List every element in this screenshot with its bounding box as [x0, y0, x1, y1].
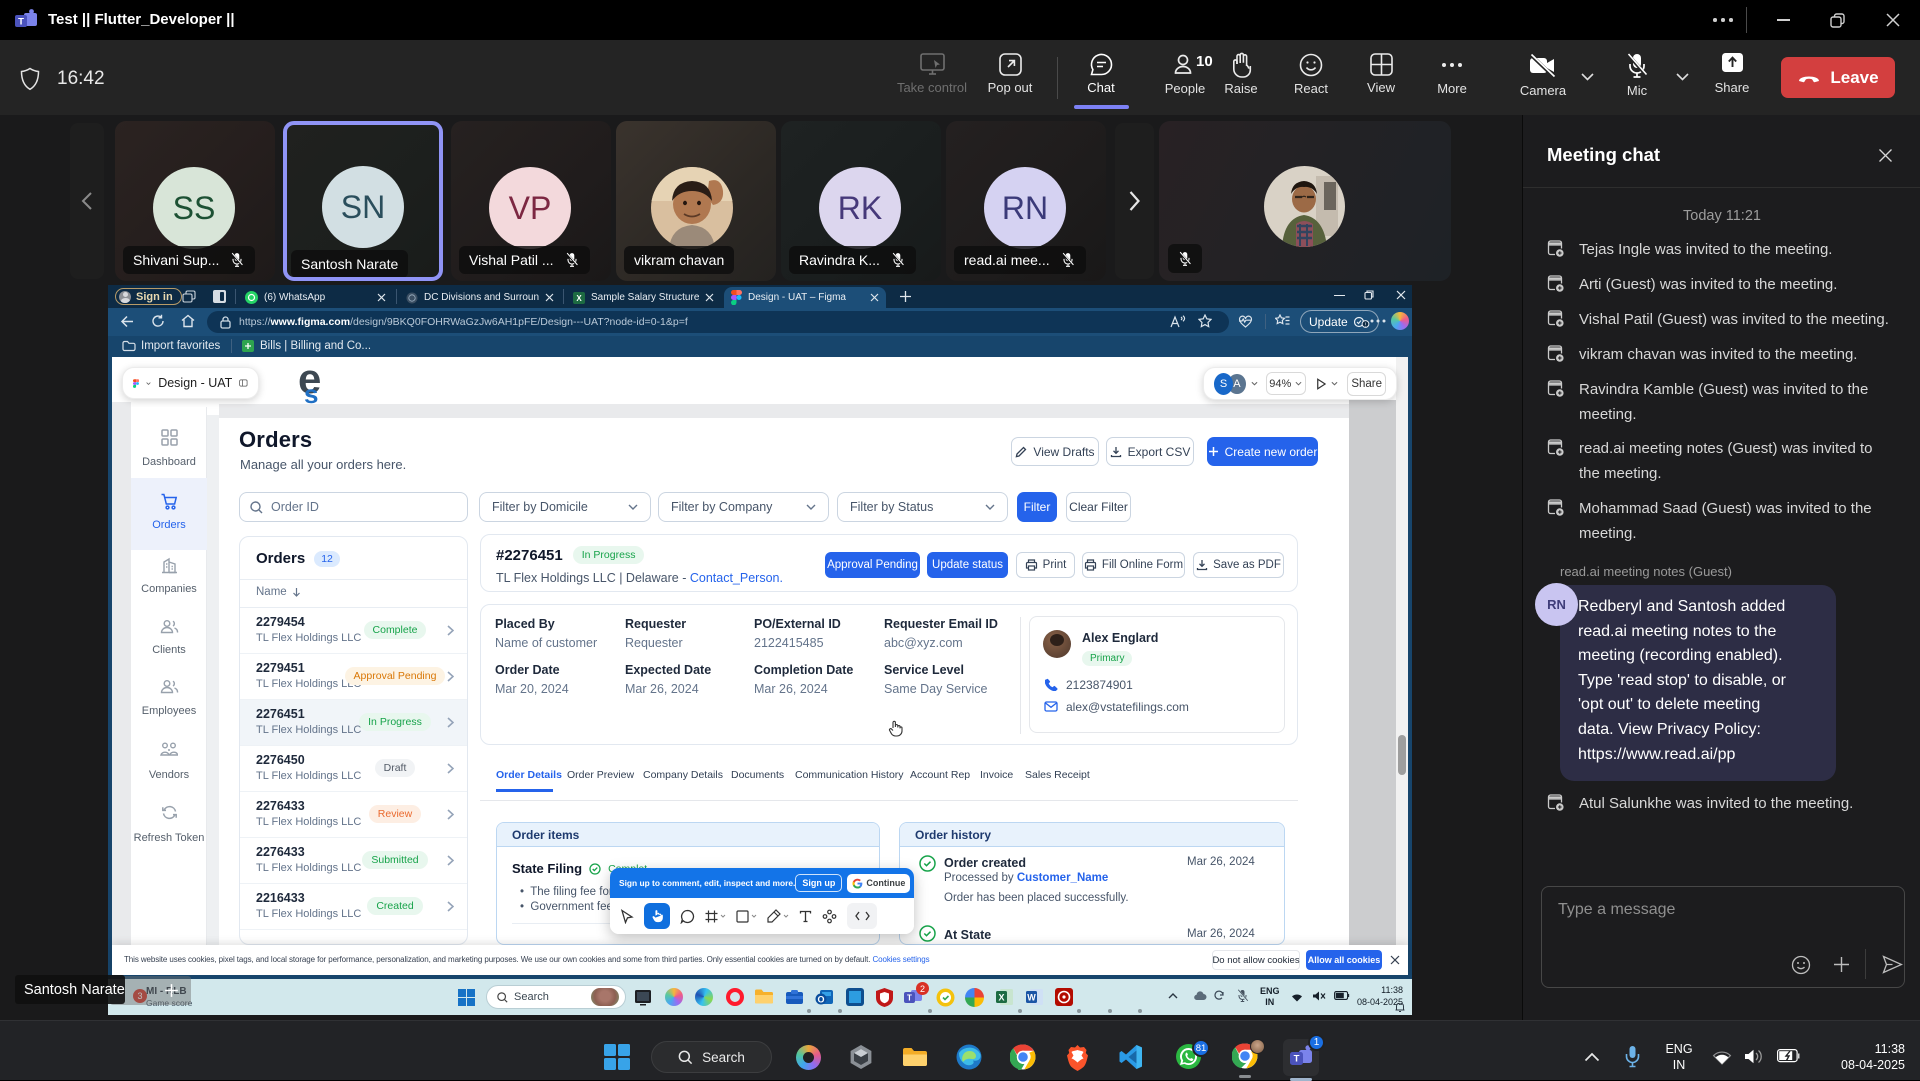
- svg-text:T: T: [18, 17, 24, 28]
- svg-text:O: O: [817, 995, 824, 1005]
- svg-text:W: W: [1027, 993, 1036, 1003]
- svg-text:T: T: [1294, 1054, 1300, 1065]
- svg-text:X: X: [576, 294, 582, 303]
- svg-text:T: T: [907, 994, 912, 1003]
- svg-text:X: X: [998, 993, 1004, 1003]
